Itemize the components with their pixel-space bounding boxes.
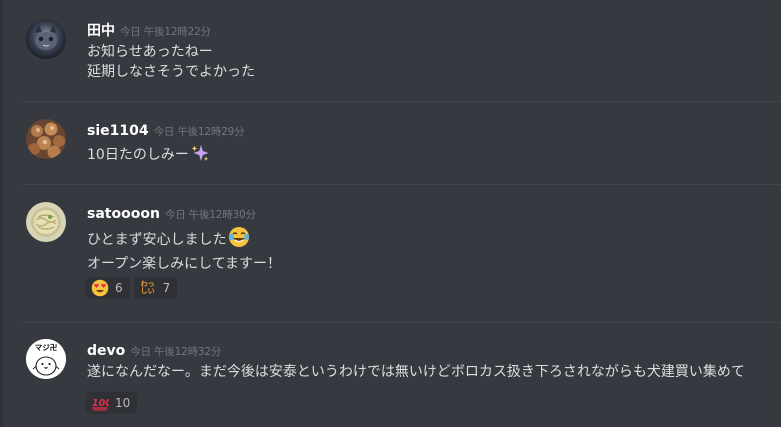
heart-eyes-icon: [90, 278, 110, 298]
message-divider: [22, 101, 781, 102]
message-line: 延期しなさそうでよかった: [87, 64, 255, 80]
reaction-list: 100 10: [86, 392, 138, 414]
message-content: 遂になんだなー。まだ今後は安泰というわけでは無いけどボロカス扱き下ろされながらも…: [87, 362, 745, 382]
message-line: 遂になんだなー。まだ今後は安泰というわけでは無いけどボロカス扱き下ろされながらも…: [87, 364, 745, 380]
hundred-icon: 100: [90, 393, 110, 413]
message-divider: [22, 322, 781, 323]
reaction-wakuwaku[interactable]: わっ しい 7: [133, 277, 178, 299]
message-line: お知らせあったねー: [87, 44, 213, 60]
avatar[interactable]: [26, 19, 66, 59]
reaction-heart-eyes[interactable]: 6: [86, 277, 130, 299]
food-photo-avatar-icon: [26, 119, 66, 159]
message-content: 10日たのしみー: [87, 143, 210, 169]
chat-message-list: 田中 今日 午後12時22分 お知らせあったねー 延期しなさそうでよかった si…: [0, 0, 781, 427]
username[interactable]: satoooon: [87, 206, 160, 222]
message-divider: [22, 184, 781, 185]
message-line: オープン楽しみにしてますー！: [87, 256, 282, 272]
noodle-photo-avatar-icon: [26, 202, 66, 242]
username[interactable]: 田中: [87, 23, 115, 39]
message-header: sie1104 今日 午後12時29分: [87, 121, 245, 141]
reaction-count: 7: [162, 281, 171, 295]
username[interactable]: devo: [87, 343, 125, 359]
message-content: ひとまず安心しました オープン楽しみにしてますー！: [87, 226, 281, 274]
message-header: satoooon 今日 午後12時30分: [87, 204, 256, 224]
sparkles-icon: [190, 143, 210, 169]
message-content: お知らせあったねー 延期しなさそうでよかった: [87, 42, 255, 82]
message-line: ひとまず安心しました: [87, 226, 281, 254]
message-text: 10日たのしみー: [87, 147, 189, 163]
avatar-caption: マジ卍: [34, 343, 58, 352]
reaction-count: 10: [115, 396, 131, 410]
timestamp: 今日 午後12時29分: [153, 126, 245, 138]
username[interactable]: sie1104: [87, 123, 149, 139]
avatar[interactable]: [26, 119, 66, 159]
reaction-list: 6 わっ しい 7: [86, 277, 178, 299]
avatar[interactable]: マジ卍: [26, 339, 66, 379]
avatar[interactable]: [26, 202, 66, 242]
message-line: 10日たのしみー: [87, 143, 210, 169]
channel-edge: [0, 0, 3, 427]
wakuwaku-sticker-icon: わっ しい: [140, 279, 155, 295]
message-header: devo 今日 午後12時32分: [87, 341, 221, 361]
timestamp: 今日 午後12時22分: [120, 26, 211, 38]
dark-cat-avatar-icon: [26, 19, 66, 59]
message-header: 田中 今日 午後12時22分: [87, 21, 211, 41]
timestamp: 今日 午後12時30分: [164, 209, 256, 221]
reaction-count: 6: [115, 281, 123, 295]
timestamp: 今日 午後12時32分: [130, 346, 222, 358]
joy-icon: [228, 226, 250, 254]
message-text: ひとまず安心しました: [87, 232, 227, 248]
reaction-hundred[interactable]: 100 10: [86, 392, 138, 414]
